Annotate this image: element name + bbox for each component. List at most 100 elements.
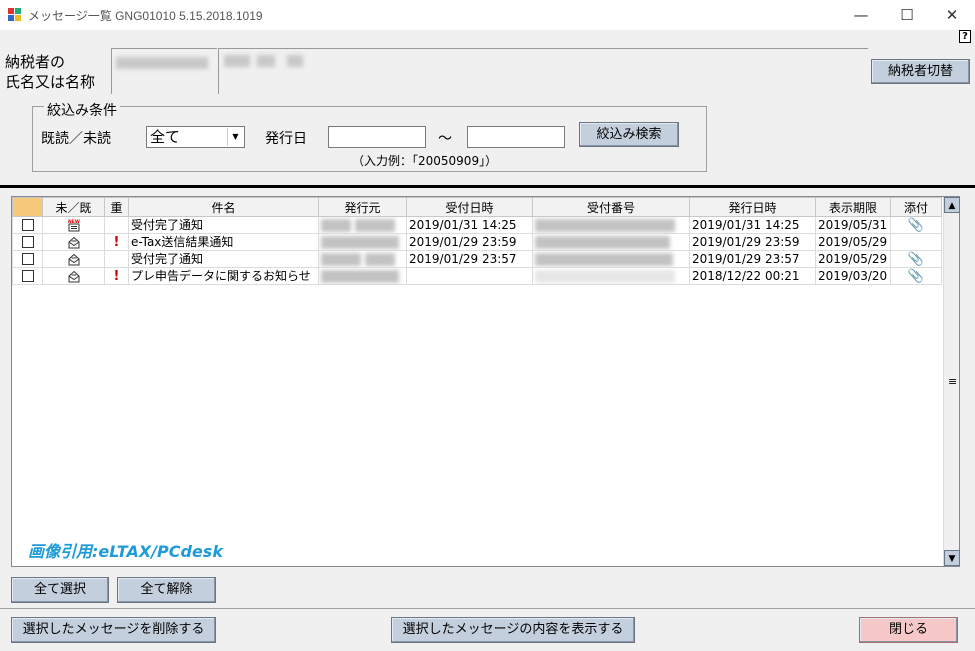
scroll-down-icon[interactable]: ▼ bbox=[944, 550, 960, 566]
attachment-cell: 📎 bbox=[890, 216, 942, 234]
footer-divider bbox=[0, 608, 975, 609]
receipt-number-cell bbox=[532, 267, 690, 285]
row-select-cell[interactable] bbox=[12, 216, 43, 234]
scroll-up-icon[interactable]: ▲ bbox=[944, 197, 960, 213]
expiry-cell: 2019/03/20 bbox=[815, 267, 891, 285]
read-status-cell bbox=[42, 233, 105, 251]
attachment-cell bbox=[890, 233, 942, 251]
vertical-scrollbar[interactable]: ▲ ≡ ▼ bbox=[943, 197, 960, 566]
app-icon bbox=[8, 8, 22, 22]
opened-envelope-icon bbox=[67, 270, 81, 283]
receipt-number-cell bbox=[532, 233, 690, 251]
section-divider bbox=[0, 185, 975, 188]
row-checkbox[interactable] bbox=[21, 253, 34, 265]
filter-group-title: 絞込み条件 bbox=[44, 100, 120, 120]
table-row[interactable]: ! プレ申告データに関するお知らせ 2018/12/22 00:21 2019/… bbox=[12, 267, 942, 285]
issued-cell: 2019/01/29 23:57 bbox=[689, 250, 816, 268]
read-status-cell: NEW bbox=[42, 216, 105, 234]
minimize-button[interactable]: — bbox=[838, 0, 884, 30]
table-row[interactable]: 受付完了通知 2019/01/29 23:57 2019/01/29 23:57… bbox=[12, 250, 942, 268]
row-select-cell[interactable] bbox=[12, 250, 43, 268]
header-display-expiry[interactable]: 表示期限 bbox=[815, 197, 891, 217]
delete-selected-button[interactable]: 選択したメッセージを削除する bbox=[11, 617, 216, 643]
window-title: メッセージ一覧 GNG01010 5.15.2018.1019 bbox=[28, 9, 263, 23]
filter-search-button[interactable]: 絞込み検索 bbox=[579, 122, 679, 147]
paperclip-icon[interactable]: 📎 bbox=[908, 269, 924, 284]
message-list-window: メッセージ一覧 GNG01010 5.15.2018.1019 — ☐ ✕ ? … bbox=[0, 0, 975, 651]
opened-envelope-icon bbox=[67, 253, 81, 266]
received-cell: 2019/01/29 23:57 bbox=[406, 250, 533, 268]
received-cell: 2019/01/31 14:25 bbox=[406, 216, 533, 234]
header-important[interactable]: 重 bbox=[104, 197, 129, 217]
maximize-button[interactable]: ☐ bbox=[884, 0, 930, 30]
expiry-cell: 2019/05/29 bbox=[815, 250, 891, 268]
expiry-cell: 2019/05/29 bbox=[815, 233, 891, 251]
issue-date-to-input[interactable] bbox=[467, 126, 565, 148]
important-cell bbox=[104, 216, 129, 234]
header-read-status[interactable]: 未／既 bbox=[42, 197, 105, 217]
switch-taxpayer-button[interactable]: 納税者切替 bbox=[871, 59, 970, 84]
subject-cell: e-Tax送信結果通知 bbox=[128, 233, 319, 251]
table-row[interactable]: ! e-Tax送信結果通知 2019/01/29 23:59 2019/01/2… bbox=[12, 233, 942, 251]
title-bar: メッセージ一覧 GNG01010 5.15.2018.1019 — ☐ ✕ bbox=[0, 0, 975, 30]
close-window-button[interactable]: ✕ bbox=[929, 0, 975, 30]
paperclip-icon[interactable]: 📎 bbox=[908, 218, 924, 233]
issued-cell: 2019/01/29 23:59 bbox=[689, 233, 816, 251]
table-header-row: 未／既 重 件名 発行元 受付日時 受付番号 発行日時 表示期限 添付 bbox=[12, 197, 942, 217]
row-select-cell[interactable] bbox=[12, 267, 43, 285]
issuer-cell bbox=[318, 250, 407, 268]
help-icon[interactable]: ? bbox=[959, 30, 971, 43]
issuer-cell bbox=[318, 216, 407, 234]
issued-cell: 2019/01/31 14:25 bbox=[689, 216, 816, 234]
important-cell: ! bbox=[104, 267, 129, 285]
subject-cell: 受付完了通知 bbox=[128, 216, 319, 234]
read-status-label: 既読／未読 bbox=[41, 131, 111, 147]
chevron-down-icon[interactable]: ▼ bbox=[227, 128, 243, 146]
table-row[interactable]: NEW 受付完了通知 2019/01/31 14:25 2019/01/31 1… bbox=[12, 216, 942, 234]
header-issuer[interactable]: 発行元 bbox=[318, 197, 407, 217]
show-selected-button[interactable]: 選択したメッセージの内容を表示する bbox=[391, 617, 635, 643]
taxpayer-label-line1: 納税者の bbox=[5, 53, 66, 71]
row-checkbox[interactable] bbox=[21, 270, 34, 282]
expiry-cell: 2019/05/31 bbox=[815, 216, 891, 234]
header-select[interactable] bbox=[12, 197, 43, 217]
header-receipt-number[interactable]: 受付番号 bbox=[532, 197, 690, 217]
important-cell bbox=[104, 250, 129, 268]
issued-cell: 2018/12/22 00:21 bbox=[689, 267, 816, 285]
read-status-cell bbox=[42, 267, 105, 285]
taxpayer-label-line2: 氏名又は名称 bbox=[5, 73, 96, 91]
issuer-cell bbox=[318, 267, 407, 285]
header-received-datetime[interactable]: 受付日時 bbox=[406, 197, 533, 217]
receipt-number-cell bbox=[532, 250, 690, 268]
important-icon: ! bbox=[113, 268, 120, 284]
read-status-select[interactable]: 全て ▼ bbox=[146, 126, 245, 148]
taxpayer-id-field bbox=[111, 48, 217, 94]
taxpayer-name-field bbox=[218, 48, 868, 94]
read-status-value: 全て bbox=[150, 128, 181, 146]
row-select-cell[interactable] bbox=[12, 233, 43, 251]
select-all-button[interactable]: 全て選択 bbox=[11, 577, 109, 603]
received-cell: 2019/01/29 23:59 bbox=[406, 233, 533, 251]
date-range-separator: ～ bbox=[438, 131, 452, 147]
important-icon: ! bbox=[113, 234, 120, 250]
received-cell bbox=[406, 267, 533, 285]
subject-cell: プレ申告データに関するお知らせ bbox=[128, 267, 319, 285]
message-grid: 未／既 重 件名 発行元 受付日時 受付番号 発行日時 表示期限 添付 NEW … bbox=[11, 196, 960, 567]
close-button[interactable]: 閉じる bbox=[859, 617, 958, 643]
row-checkbox[interactable] bbox=[21, 236, 34, 248]
clear-all-button[interactable]: 全て解除 bbox=[117, 577, 216, 603]
attachment-cell: 📎 bbox=[890, 250, 942, 268]
opened-envelope-icon bbox=[67, 236, 81, 249]
read-status-cell bbox=[42, 250, 105, 268]
taxpayer-label: 納税者の 氏名又は名称 bbox=[5, 52, 95, 92]
header-subject[interactable]: 件名 bbox=[128, 197, 319, 217]
header-attachment[interactable]: 添付 bbox=[890, 197, 942, 217]
watermark: 画像引用:eLTAX/PCdesk bbox=[28, 542, 223, 561]
receipt-number-cell bbox=[532, 216, 690, 234]
issue-date-from-input[interactable] bbox=[328, 126, 426, 148]
attachment-cell: 📎 bbox=[890, 267, 942, 285]
paperclip-icon[interactable]: 📎 bbox=[908, 252, 924, 267]
header-issued-datetime[interactable]: 発行日時 bbox=[689, 197, 816, 217]
scroll-grip-icon[interactable]: ≡ bbox=[948, 376, 957, 387]
row-checkbox[interactable] bbox=[21, 219, 34, 231]
